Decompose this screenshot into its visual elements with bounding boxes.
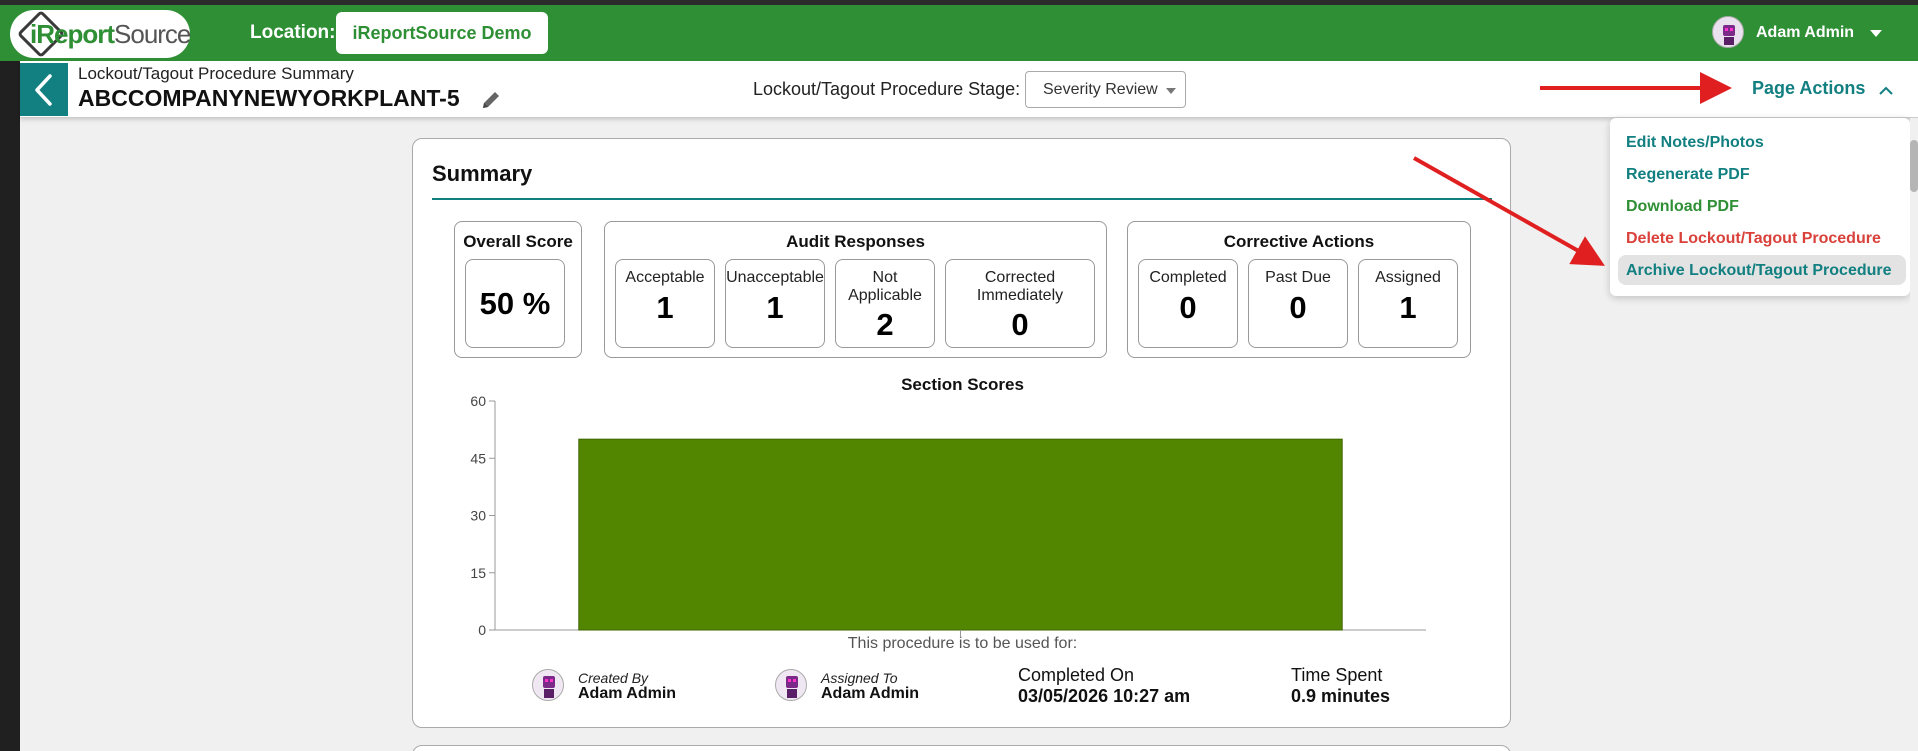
page-title: ABCCOMPANYNEWYORKPLANT-5 <box>78 85 460 111</box>
ireportsource-logo[interactable]: iReportSource <box>10 9 191 59</box>
assigned-to-value: Adam Admin <box>821 685 920 702</box>
created-by-label: Created By <box>578 670 649 686</box>
used-for-text: This procedure is to be used for: <box>847 635 1078 652</box>
menu-item-edit-notes-photos[interactable]: Edit Notes/Photos <box>1626 134 1764 152</box>
time-spent-label: Time Spent <box>1291 665 1383 685</box>
left-edge-strip <box>0 61 20 751</box>
page-actions-dropdown: Edit Notes/Photos Regenerate PDF Downloa… <box>1610 118 1910 296</box>
scrollbar-thumb[interactable] <box>1910 140 1918 192</box>
page-actions-button[interactable]: Page Actions <box>1752 78 1865 99</box>
chevron-up-icon[interactable] <box>1878 83 1894 101</box>
section-scores-chart: 015304560 <box>470 393 1426 638</box>
stage-label: Lockout/Tagout Procedure Stage: <box>753 79 1021 99</box>
logo-text: iReportSource <box>30 18 191 49</box>
scrollbar-track[interactable] <box>1910 118 1918 751</box>
created-by-value: Adam Admin <box>578 685 677 702</box>
back-button[interactable] <box>20 63 68 116</box>
breadcrumb: Lockout/Tagout Procedure Summary <box>78 64 354 83</box>
completed-on-value: 03/05/2026 10:27 am <box>1018 686 1191 706</box>
user-avatar[interactable] <box>1712 16 1744 48</box>
stage-select-value: Severity Review <box>1043 80 1158 98</box>
caret-down-icon <box>1166 88 1176 94</box>
page-subheader: Lockout/Tagout Procedure Summary ABCCOMP… <box>20 61 1918 118</box>
y-tick-label: 30 <box>470 508 486 524</box>
robot-avatar-icon <box>1723 25 1735 45</box>
completed-on-label: Completed On <box>1018 665 1135 685</box>
y-tick-label: 60 <box>470 393 486 409</box>
edit-pencil-icon[interactable] <box>480 89 502 116</box>
location-label: Location: <box>250 22 336 43</box>
chevron-left-icon <box>35 73 52 106</box>
summary-card: Summary Overall Score 50 % Audit Respons… <box>412 138 1511 728</box>
assigned-to-avatar <box>775 669 807 701</box>
menu-item-regenerate-pdf[interactable]: Regenerate PDF <box>1626 166 1750 184</box>
top-navbar: iReportSource Location: iReportSource De… <box>0 5 1918 61</box>
y-tick-label: 45 <box>470 450 486 466</box>
user-menu-caret-icon[interactable] <box>1870 30 1882 37</box>
bar <box>578 438 1343 631</box>
location-selector-button[interactable]: iReportSource Demo <box>336 12 548 54</box>
created-by-avatar <box>532 669 564 701</box>
user-name[interactable]: Adam Admin <box>1756 24 1854 42</box>
time-spent-value: 0.9 minutes <box>1291 686 1391 706</box>
assigned-to-label: Assigned To <box>821 670 898 686</box>
next-section-card <box>412 745 1511 751</box>
menu-item-archive-procedure[interactable]: Archive Lockout/Tagout Procedure <box>1626 262 1892 280</box>
robot-avatar-icon <box>543 676 555 698</box>
menu-item-download-pdf[interactable]: Download PDF <box>1626 198 1739 216</box>
robot-avatar-icon <box>786 676 798 698</box>
menu-item-delete-procedure[interactable]: Delete Lockout/Tagout Procedure <box>1626 230 1881 248</box>
stage-select[interactable]: Severity Review <box>1025 71 1186 108</box>
y-tick-label: 15 <box>470 565 486 581</box>
